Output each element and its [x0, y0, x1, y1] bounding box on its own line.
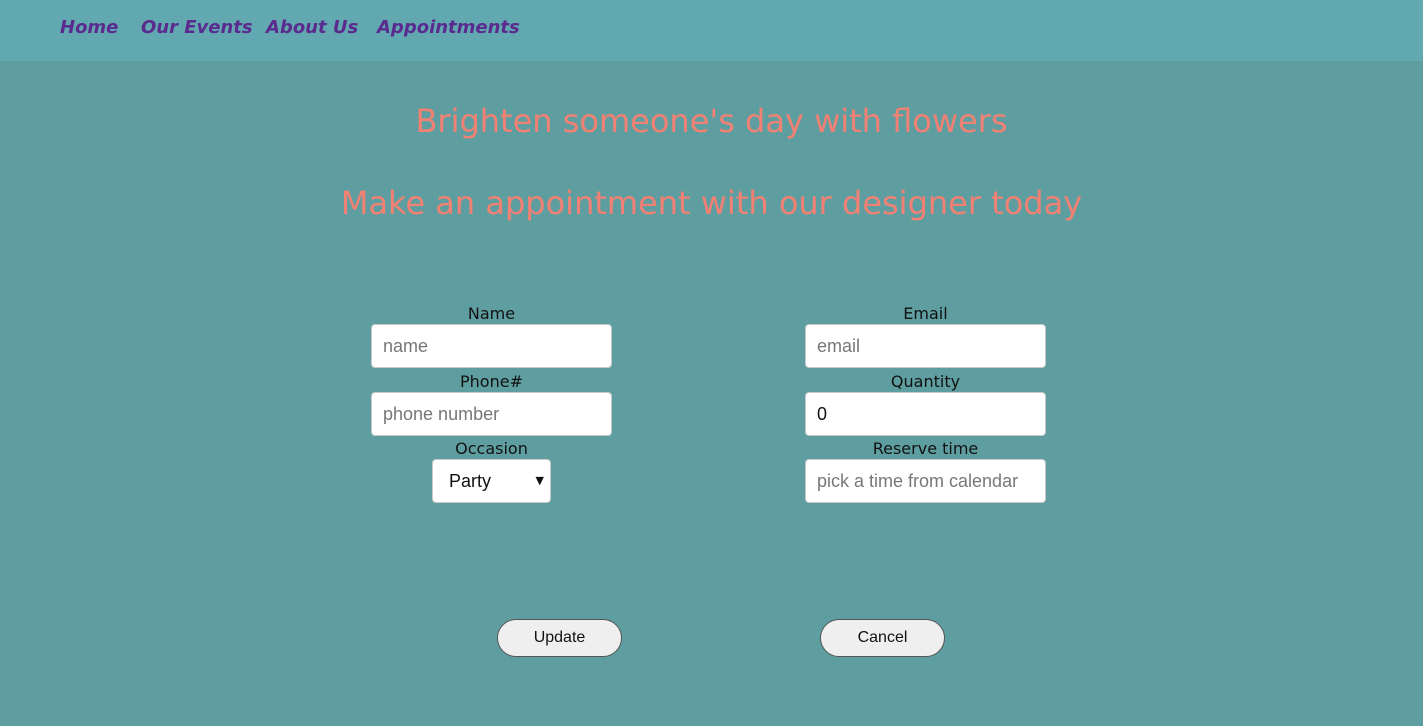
nav-link-about-us[interactable]: About Us — [266, 17, 358, 38]
email-input[interactable] — [805, 324, 1046, 368]
top-navbar: Home Our Events About Us Appointments — [0, 0, 1423, 61]
reserve-time-input[interactable] — [805, 459, 1046, 503]
page-heading-primary: Brighten someone's day with flowers — [415, 102, 1008, 140]
occasion-label: Occasion — [455, 439, 528, 458]
phone-input[interactable] — [371, 392, 612, 436]
cancel-button[interactable]: Cancel — [820, 619, 945, 657]
page-heading-secondary: Make an appointment with our designer to… — [340, 184, 1083, 222]
quantity-input[interactable] — [805, 392, 1046, 436]
nav-link-appointments[interactable]: Appointments — [377, 17, 520, 38]
update-button[interactable]: Update — [497, 619, 622, 657]
name-label: Name — [467, 304, 516, 323]
nav-link-home[interactable]: Home — [60, 17, 118, 38]
quantity-label: Quantity — [890, 372, 961, 391]
reserve-time-label: Reserve time — [872, 439, 979, 458]
name-input[interactable] — [371, 324, 612, 368]
phone-label: Phone# — [460, 372, 523, 391]
email-label: Email — [903, 304, 948, 323]
dropdown-arrow-icon: ▼ — [535, 474, 544, 487]
occasion-select[interactable]: Party ▼ — [432, 459, 551, 503]
occasion-selected-value: Party — [449, 471, 492, 491]
nav-link-our-events[interactable]: Our Events — [141, 17, 253, 38]
